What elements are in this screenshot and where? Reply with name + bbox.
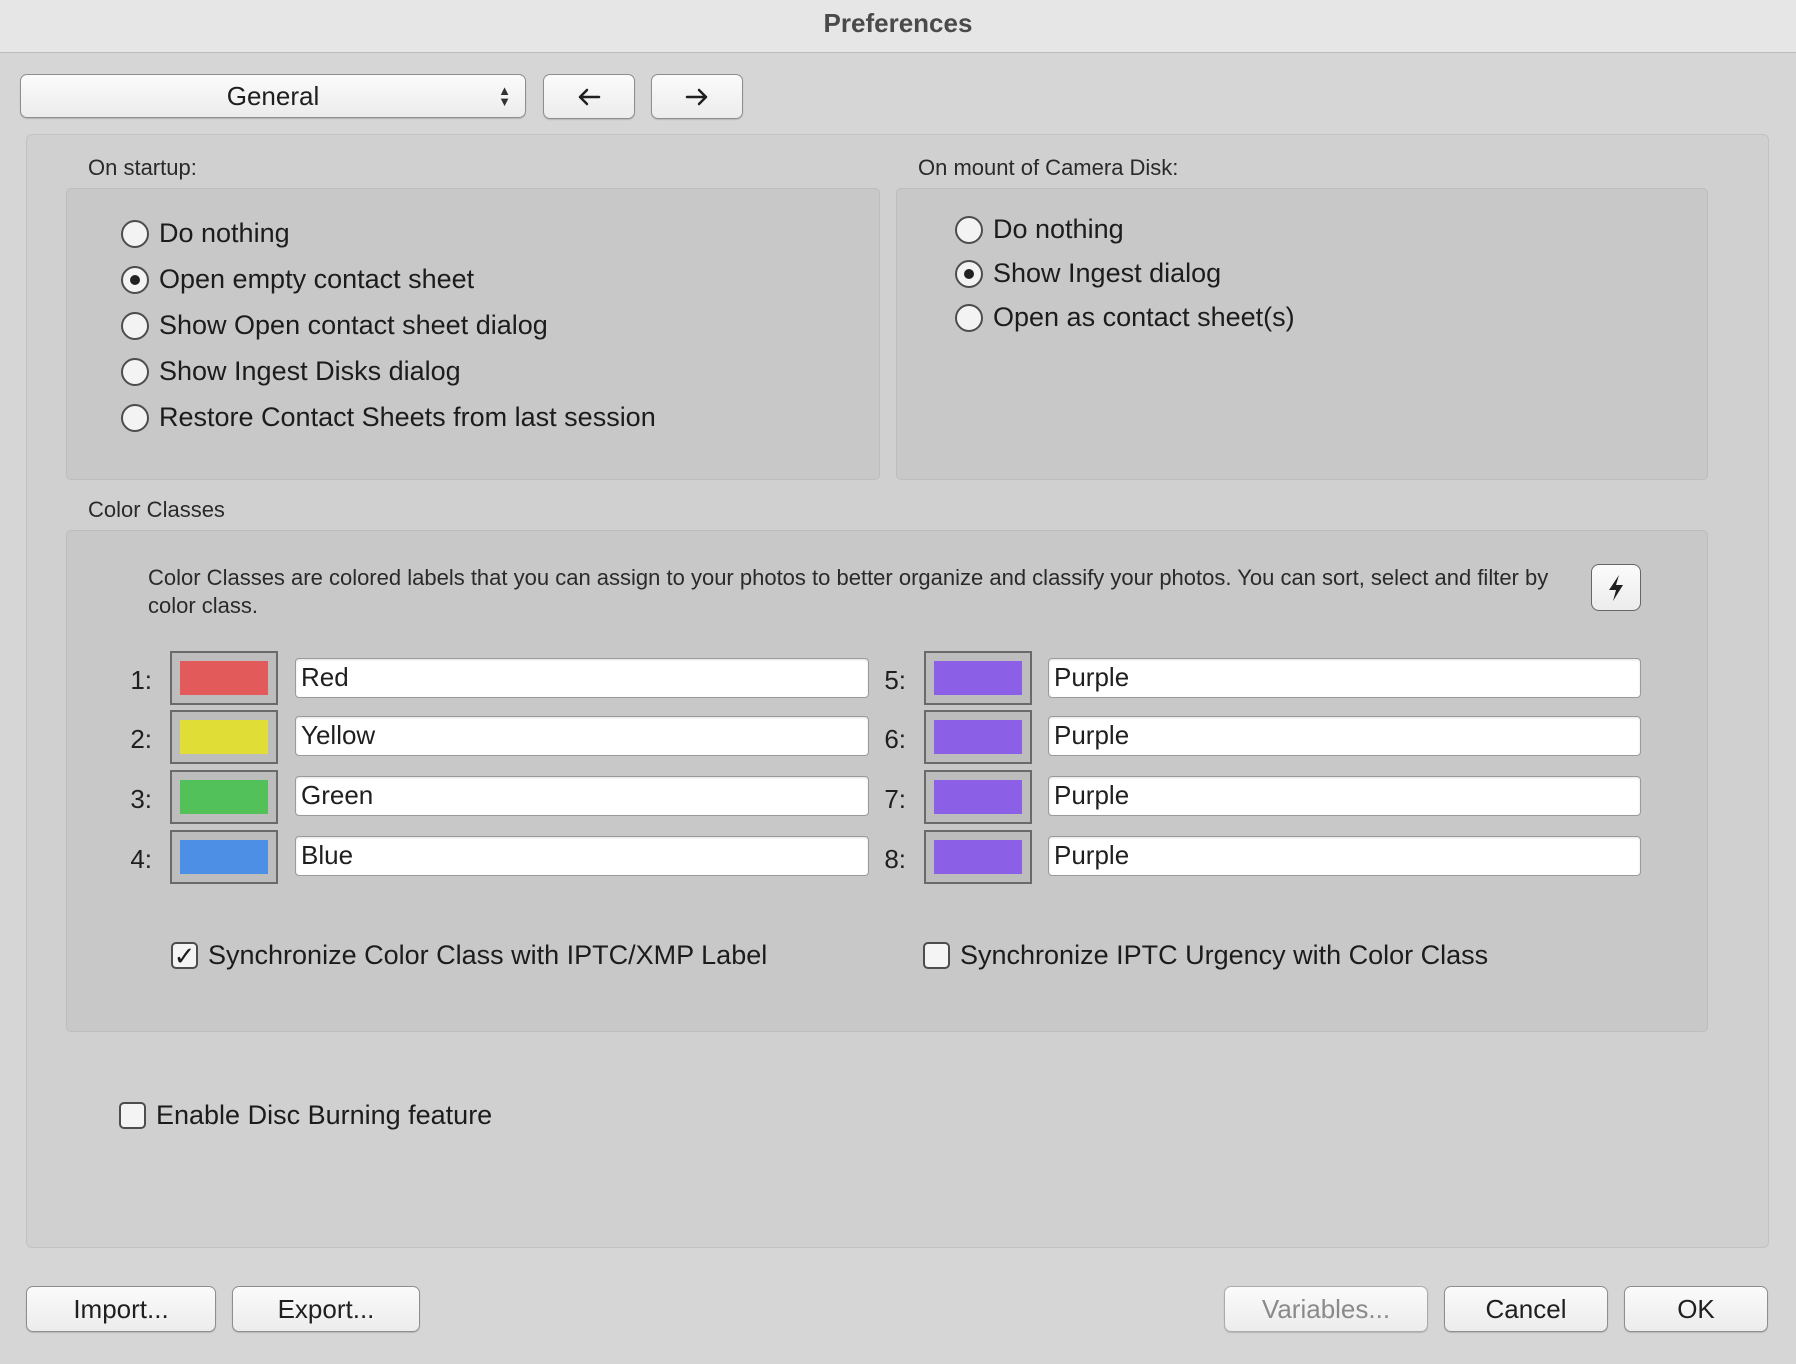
swatch-fill bbox=[180, 840, 268, 874]
radio-label: Do nothing bbox=[159, 218, 290, 248]
color-swatch-1[interactable] bbox=[170, 651, 278, 705]
radio-button[interactable] bbox=[955, 259, 983, 288]
radio-button[interactable] bbox=[955, 215, 983, 244]
color-class-name-field-7[interactable]: Purple bbox=[1048, 776, 1641, 816]
checkbox-label: Synchronize IPTC Urgency with Color Clas… bbox=[960, 940, 1489, 970]
startup-option-restore[interactable]: Restore Contact Sheets from last session bbox=[121, 402, 656, 433]
checkbox[interactable] bbox=[923, 942, 950, 969]
startup-option-do-nothing[interactable]: Do nothing bbox=[121, 218, 290, 249]
color-class-name-field-4[interactable]: Blue bbox=[295, 836, 869, 876]
ok-button[interactable]: OK bbox=[1624, 1286, 1768, 1332]
radio-label: Open as contact sheet(s) bbox=[993, 302, 1295, 332]
color-class-number: 5: bbox=[884, 665, 906, 695]
window-title: Preferences bbox=[0, 0, 1796, 53]
color-class-name-field-2[interactable]: Yellow bbox=[295, 716, 869, 756]
arrow-left-icon bbox=[578, 88, 601, 105]
color-class-number: 7: bbox=[884, 784, 906, 814]
radio-button[interactable] bbox=[121, 311, 149, 340]
arrow-right-icon bbox=[685, 88, 708, 105]
checkbox-label: Enable Disc Burning feature bbox=[156, 1100, 493, 1130]
checkbox-checked[interactable]: ✓ bbox=[171, 942, 198, 969]
disc-burning-option[interactable]: Enable Disc Burning feature bbox=[119, 1100, 492, 1131]
color-class-number: 1: bbox=[130, 665, 152, 695]
radio-label: Show Open contact sheet dialog bbox=[159, 310, 548, 340]
camera-option-open-contact[interactable]: Open as contact sheet(s) bbox=[955, 302, 1295, 333]
color-class-name-field-6[interactable]: Purple bbox=[1048, 716, 1641, 756]
radio-label: Show Ingest dialog bbox=[993, 258, 1222, 288]
color-classes-label: Color Classes bbox=[88, 497, 225, 522]
radio-button[interactable] bbox=[955, 303, 983, 332]
export-button[interactable]: Export... bbox=[232, 1286, 420, 1332]
color-class-name-field-8[interactable]: Purple bbox=[1048, 836, 1641, 876]
startup-option-open-empty[interactable]: Open empty contact sheet bbox=[121, 264, 474, 295]
swatch-fill bbox=[934, 661, 1022, 695]
swatch-fill bbox=[180, 661, 268, 695]
color-swatch-7[interactable] bbox=[924, 770, 1032, 824]
sync-xmp-label-option[interactable]: ✓ Synchronize Color Class with IPTC/XMP … bbox=[171, 940, 767, 971]
color-class-number: 2: bbox=[130, 724, 152, 754]
color-swatch-4[interactable] bbox=[170, 830, 278, 884]
radio-button[interactable] bbox=[121, 403, 149, 432]
category-select[interactable]: General ▲ ▼ bbox=[20, 74, 526, 118]
color-class-number: 8: bbox=[884, 844, 906, 874]
radio-label: Do nothing bbox=[993, 214, 1124, 244]
radio-label: Open empty contact sheet bbox=[159, 264, 475, 294]
swatch-fill bbox=[180, 720, 268, 754]
startup-option-show-ingest[interactable]: Show Ingest Disks dialog bbox=[121, 356, 461, 387]
radio-button[interactable] bbox=[121, 357, 149, 386]
back-button[interactable] bbox=[543, 74, 635, 119]
variables-button[interactable]: Variables... bbox=[1224, 1286, 1428, 1332]
checkbox[interactable] bbox=[119, 1102, 146, 1129]
forward-button[interactable] bbox=[651, 74, 743, 119]
color-class-name-field-1[interactable]: Red bbox=[295, 658, 869, 698]
color-swatch-6[interactable] bbox=[924, 710, 1032, 764]
cancel-button[interactable]: Cancel bbox=[1444, 1286, 1608, 1332]
color-class-number: 4: bbox=[130, 844, 152, 874]
category-select-value: General bbox=[226, 80, 320, 111]
checkbox-label: Synchronize Color Class with IPTC/XMP La… bbox=[208, 940, 768, 970]
color-class-number: 3: bbox=[130, 784, 152, 814]
startup-label: On startup: bbox=[88, 155, 197, 180]
lightning-bolt-icon bbox=[1609, 574, 1623, 601]
color-class-number: 6: bbox=[884, 724, 906, 754]
swatch-fill bbox=[934, 780, 1022, 814]
select-arrows-icon: ▲ ▼ bbox=[498, 83, 511, 109]
radio-button[interactable] bbox=[121, 219, 149, 248]
radio-label: Show Ingest Disks dialog bbox=[159, 356, 461, 386]
color-classes-description: Color Classes are colored labels that yo… bbox=[148, 565, 1549, 618]
camera-option-do-nothing[interactable]: Do nothing bbox=[955, 214, 1124, 245]
camera-option-show-ingest[interactable]: Show Ingest dialog bbox=[955, 258, 1221, 289]
color-swatch-3[interactable] bbox=[170, 770, 278, 824]
import-button[interactable]: Import... bbox=[26, 1286, 216, 1332]
camera-disk-label: On mount of Camera Disk: bbox=[918, 155, 1179, 180]
color-class-name-field-3[interactable]: Green bbox=[295, 776, 869, 816]
color-swatch-8[interactable] bbox=[924, 830, 1032, 884]
startup-option-show-open-dialog[interactable]: Show Open contact sheet dialog bbox=[121, 310, 548, 341]
sync-urgency-option[interactable]: Synchronize IPTC Urgency with Color Clas… bbox=[923, 940, 1488, 971]
color-class-name-field-5[interactable]: Purple bbox=[1048, 658, 1641, 698]
color-class-action-button[interactable] bbox=[1591, 564, 1641, 611]
swatch-fill bbox=[934, 840, 1022, 874]
radio-label: Restore Contact Sheets from last session bbox=[159, 402, 656, 432]
color-swatch-5[interactable] bbox=[924, 651, 1032, 705]
radio-button[interactable] bbox=[121, 265, 149, 294]
swatch-fill bbox=[180, 780, 268, 814]
color-swatch-2[interactable] bbox=[170, 710, 278, 764]
swatch-fill bbox=[934, 720, 1022, 754]
